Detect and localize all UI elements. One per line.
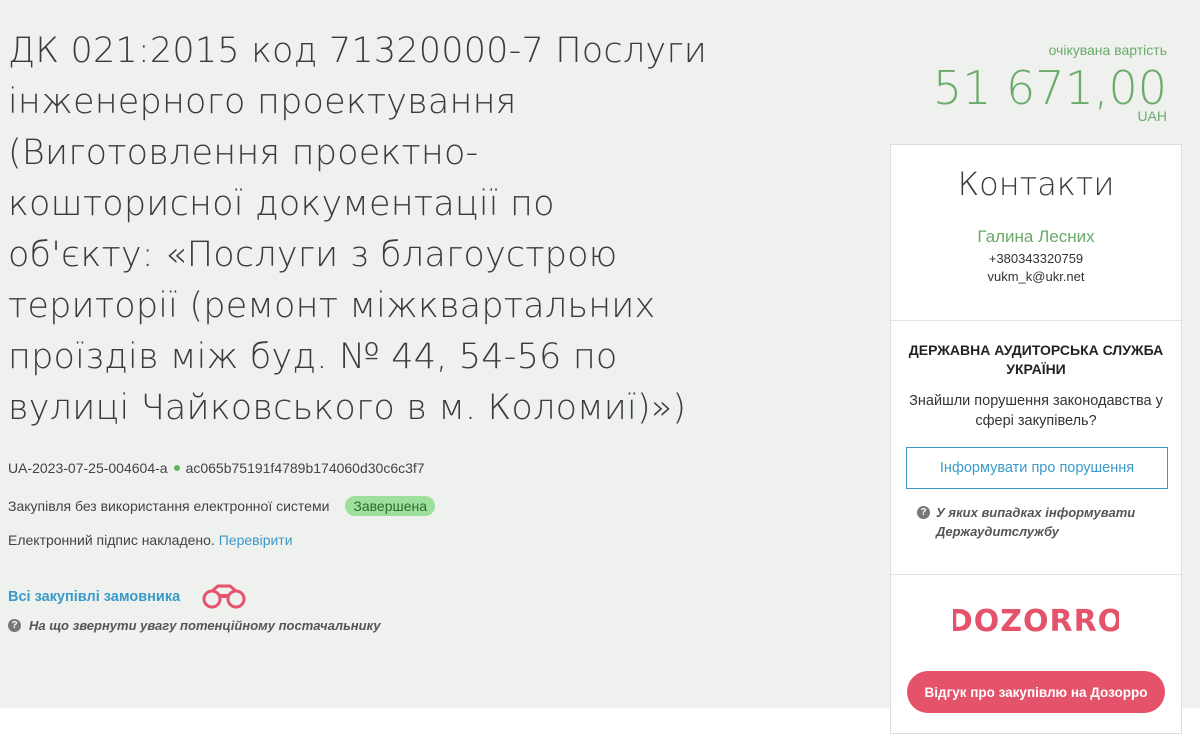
dot-icon (173, 465, 180, 471)
dozorro-panel: DOZORRO Відгук про закупівлю на Дозорро (891, 575, 1181, 713)
report-violation-button[interactable]: Інформувати про порушення (906, 447, 1168, 489)
tender-main: ДК 021:2015 код 71320000-7 Послуги інжен… (8, 26, 708, 633)
all-purchases-row: Всі закупівлі замовника (8, 584, 708, 610)
contact-phone: +380343320759 (988, 251, 1084, 266)
audit-hint-text: У яких випадках інформувати Держаудитслу… (936, 505, 1136, 539)
verify-signature-link[interactable]: Перевірити (219, 532, 293, 548)
contacts-title: Контакти (957, 165, 1115, 203)
question-icon: ? (917, 506, 930, 519)
audit-text: Знайшли порушення законодавства у сфері … (909, 393, 1163, 429)
signature-text: Електронний підпис накладено. (8, 532, 215, 548)
sidebar: Контакти Галина Лесних +380343320759 vuk… (890, 144, 1182, 734)
price-label: очікувана вартість (1048, 42, 1167, 58)
binoculars-icon[interactable] (200, 584, 248, 610)
price-value: 51 671,00 (932, 61, 1167, 115)
tender-id-row: UA-2023-07-25-004604-a ac065b75191f4789b… (8, 460, 708, 476)
procedure-type: Закупівля без використання електронної с… (8, 498, 330, 514)
tender-hash: ac065b75191f4789b174060d30c6c3f7 (185, 460, 425, 476)
all-purchases-link[interactable]: Всі закупівлі замовника (8, 589, 180, 605)
audit-title: ДЕРЖАВНА АУДИТОРСЬКА СЛУЖБА УКРАЇНИ (908, 342, 1164, 377)
audit-panel: ДЕРЖАВНА АУДИТОРСЬКА СЛУЖБА УКРАЇНИ Знай… (891, 321, 1181, 575)
dozorro-logo-text: DOZORRO (953, 604, 1119, 639)
question-icon: ? (8, 619, 21, 632)
status-badge: Завершена (345, 496, 436, 516)
contacts-panel: Контакти Галина Лесних +380343320759 vuk… (891, 145, 1181, 321)
dozorro-logo[interactable]: DOZORRO (891, 601, 1181, 639)
dozorro-logo-image: DOZORRO (953, 604, 1119, 639)
signature-row: Електронний підпис накладено. Перевірити (8, 532, 708, 548)
contact-email: vukm_k@ukr.net (987, 269, 1085, 284)
expected-value: очікувана вартість 51 671,00 UAH (933, 42, 1167, 124)
audit-hint[interactable]: ? У яких випадках інформувати Держаудитс… (905, 503, 1167, 541)
contact-name: Галина Лесних (977, 227, 1095, 246)
supplier-hint-text: На що звернути увагу потенційному постач… (29, 618, 381, 633)
dozorro-feedback-button[interactable]: Відгук про закупівлю на Дозорро (907, 671, 1165, 713)
procedure-row: Закупівля без використання електронної с… (8, 496, 708, 516)
supplier-hint-row[interactable]: ? На що звернути увагу потенційному пост… (8, 618, 708, 633)
tender-id: UA-2023-07-25-004604-a (8, 460, 168, 476)
tender-title: ДК 021:2015 код 71320000-7 Послуги інжен… (8, 31, 707, 428)
